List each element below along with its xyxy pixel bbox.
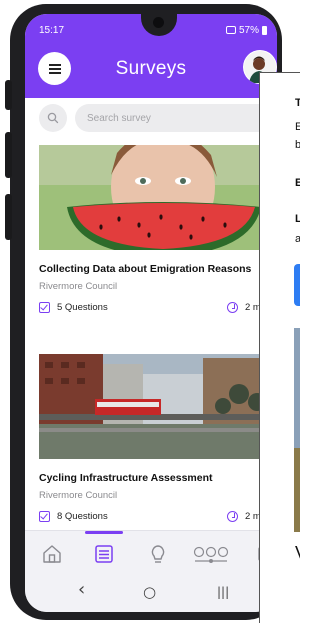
- nav-options[interactable]: [191, 541, 231, 567]
- search-button[interactable]: [39, 104, 67, 132]
- search-icon: [47, 112, 59, 124]
- wifi-icon: [225, 26, 236, 34]
- status-time: 15:17: [39, 24, 65, 36]
- clock-icon: [227, 302, 238, 313]
- home-button[interactable]: ○: [143, 583, 156, 601]
- lightbulb-icon: [151, 545, 165, 563]
- search-bar: [25, 98, 277, 142]
- battery-level: 57%: [238, 24, 259, 36]
- active-tab-indicator: [85, 531, 123, 534]
- options-slider-icon: [193, 546, 229, 563]
- overlay-text: b: [295, 139, 300, 151]
- home-icon: [43, 545, 61, 563]
- survey-meta: 5 Questions 2 m: [39, 302, 277, 314]
- survey-organization: Rivermore Council: [39, 281, 118, 292]
- overlay-text: V: [295, 543, 300, 564]
- survey-organization: Rivermore Council: [39, 490, 118, 501]
- phone-side-button: [5, 80, 12, 110]
- nav-ideas[interactable]: [145, 541, 171, 567]
- overlay-text: E: [295, 121, 300, 133]
- clock-icon: [227, 511, 238, 522]
- app-stage: 15:17 57% Surveys Search survey Collecti…: [0, 0, 300, 623]
- surveys-list-icon: [95, 545, 113, 563]
- question-count: 8 Questions: [57, 511, 108, 522]
- checkbox-icon: [39, 302, 50, 313]
- survey-meta: 8 Questions 2 m: [39, 511, 277, 523]
- nav-surveys[interactable]: [91, 541, 117, 567]
- app-header: 15:17 57% Surveys: [25, 14, 277, 98]
- survey-image: [39, 354, 277, 459]
- battery-icon: [262, 25, 267, 35]
- overlay-image: [294, 328, 300, 532]
- question-count: 5 Questions: [57, 302, 108, 313]
- search-input[interactable]: [75, 104, 277, 132]
- survey-card[interactable]: Collecting Data about Emigration Reasons…: [39, 145, 277, 325]
- phone-side-button: [5, 132, 12, 178]
- phone-screen: 15:17 57% Surveys Search survey Collecti…: [25, 14, 277, 612]
- bottom-navigation: [25, 530, 277, 574]
- overlay-text: a: [295, 233, 300, 245]
- overlay-text: E: [295, 177, 300, 189]
- overlay-text: L: [295, 213, 300, 225]
- back-button[interactable]: ‹: [78, 579, 85, 600]
- survey-image: [39, 145, 277, 250]
- survey-title: Collecting Data about Emigration Reasons: [39, 263, 252, 275]
- phone-side-button: [5, 194, 12, 240]
- nav-home[interactable]: [39, 541, 65, 567]
- overlay-button[interactable]: [294, 264, 300, 306]
- survey-title: Cycling Infrastructure Assessment: [39, 472, 213, 484]
- overlay-text: T: [295, 97, 300, 109]
- checkbox-icon: [39, 511, 50, 522]
- page-title: Surveys: [115, 58, 187, 79]
- system-navigation-bar: ‹ ○ |||: [25, 574, 277, 612]
- status-icons: 57%: [225, 24, 267, 36]
- survey-card[interactable]: Cycling Infrastructure Assessment Riverm…: [39, 354, 277, 534]
- recents-button[interactable]: |||: [217, 585, 229, 599]
